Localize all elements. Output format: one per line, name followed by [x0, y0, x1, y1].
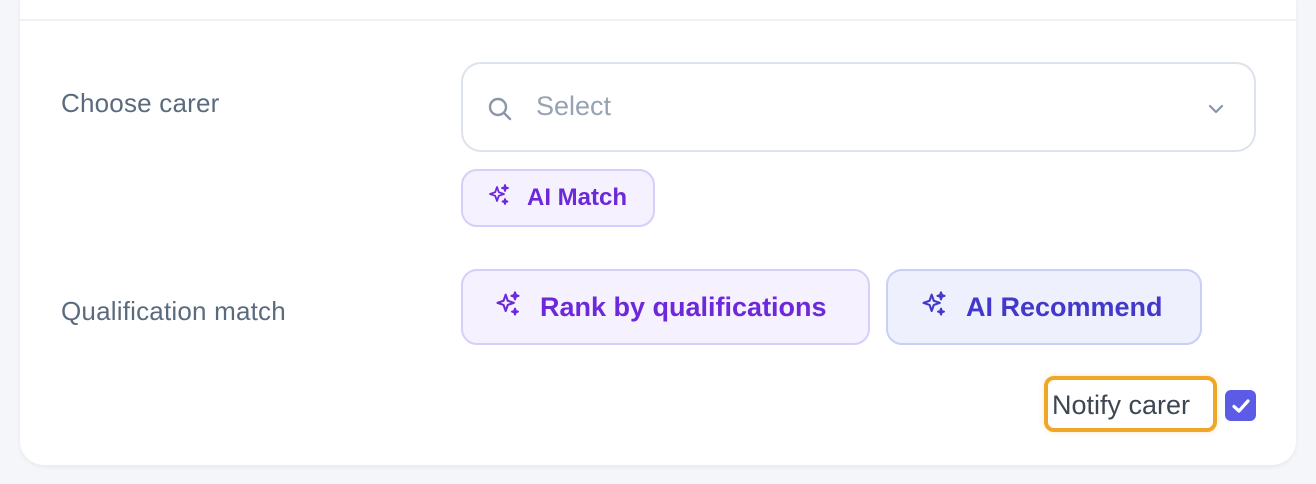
sparkle-icon — [494, 290, 522, 325]
rank-by-qualifications-button[interactable]: Rank by qualifications — [461, 269, 870, 345]
ai-recommend-button[interactable]: AI Recommend — [886, 269, 1202, 345]
chevron-down-icon[interactable] — [1206, 99, 1226, 119]
ai-recommend-label: AI Recommend — [966, 291, 1163, 322]
sparkle-icon — [920, 290, 948, 325]
ai-match-button[interactable]: AI Match — [461, 169, 655, 227]
notify-carer-label-highlight[interactable]: Notify carer — [1044, 376, 1217, 432]
qualification-match-label: Qualification match — [61, 296, 286, 326]
sparkle-icon — [487, 183, 511, 214]
search-icon — [487, 96, 513, 122]
notify-carer-label[interactable]: Notify carer — [1052, 390, 1190, 421]
select-placeholder: Select — [536, 91, 612, 121]
notify-carer-checkbox[interactable] — [1225, 390, 1256, 421]
choose-carer-label: Choose carer — [61, 88, 220, 118]
assignment-card: Choose carer Select AI Match Qualificati… — [20, 0, 1296, 465]
ai-match-label: AI Match — [527, 184, 628, 211]
rank-button-label: Rank by qualifications — [540, 291, 827, 322]
check-icon — [1231, 398, 1250, 413]
section-divider — [20, 19, 1296, 21]
carer-select[interactable]: Select — [461, 62, 1256, 152]
